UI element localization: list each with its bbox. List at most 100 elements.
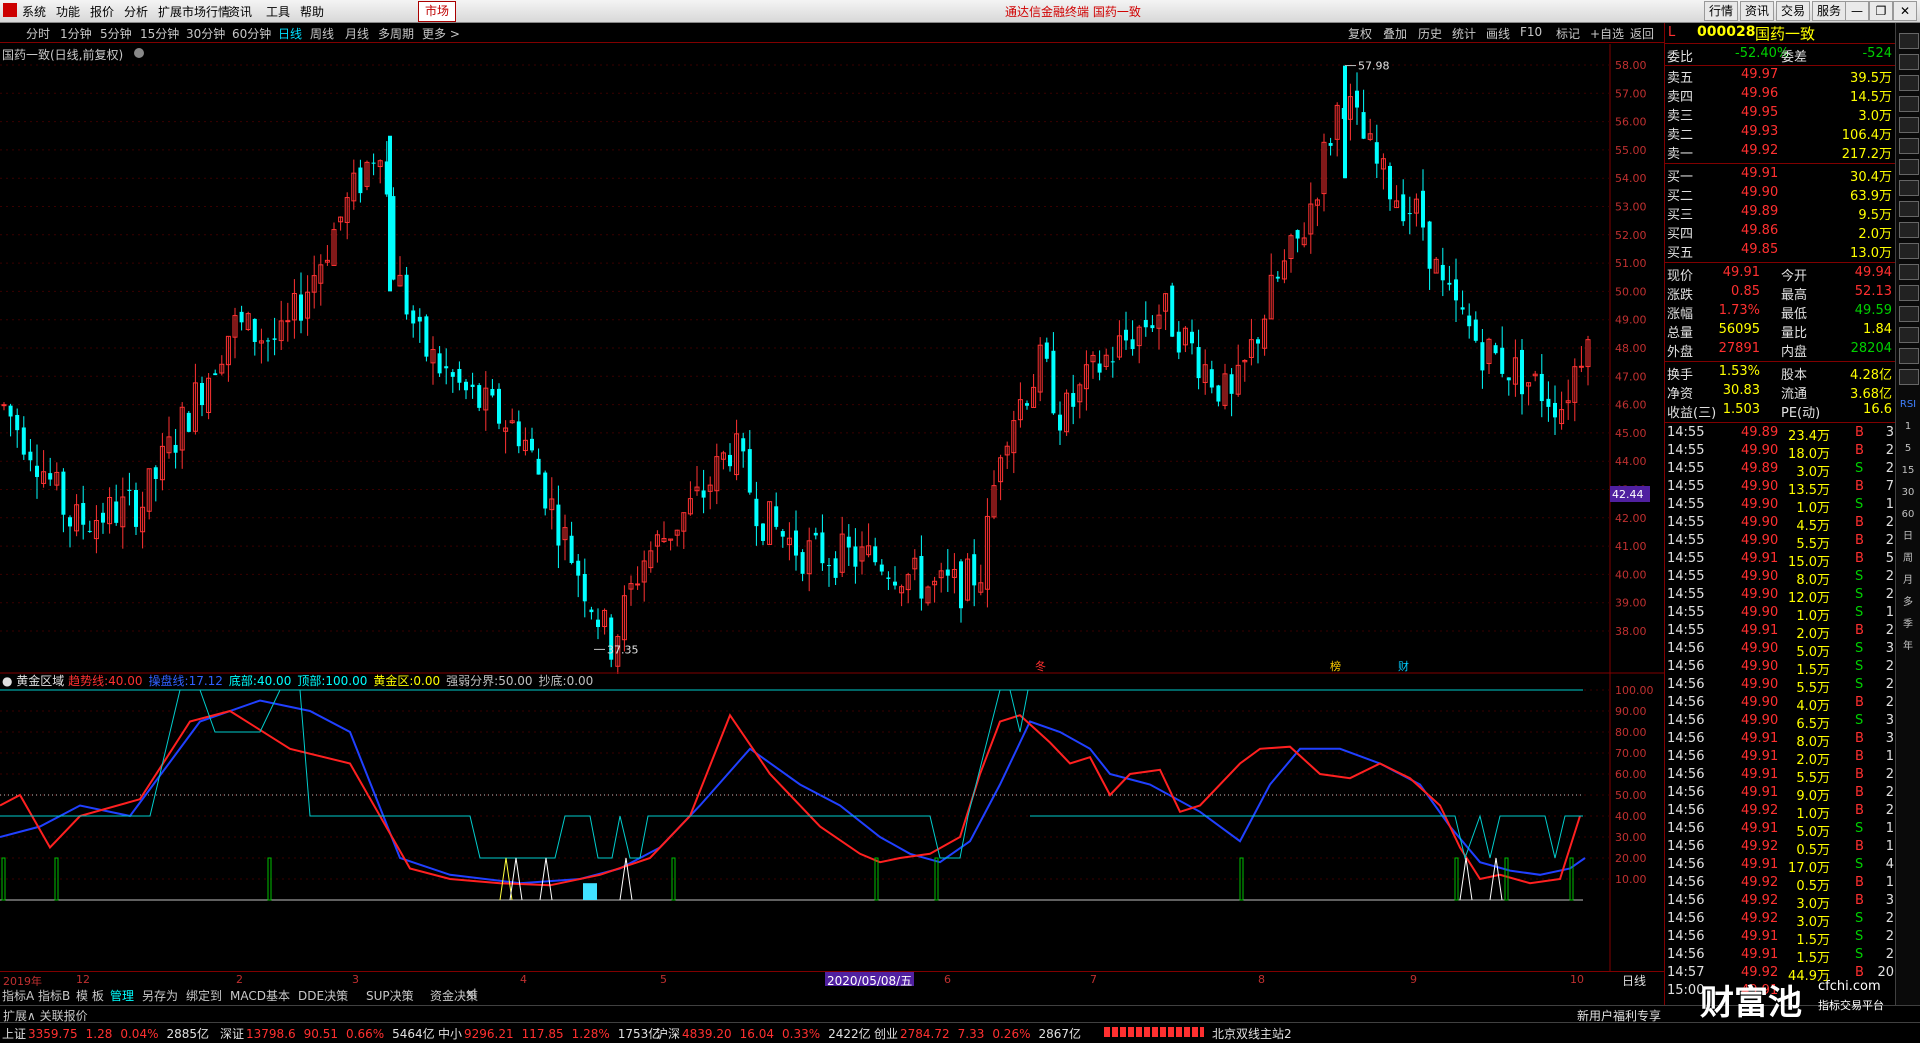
indicator-tab-7[interactable]: DDE决策: [298, 987, 348, 1004]
tool-icon[interactable]: [1899, 180, 1919, 196]
market-tab[interactable]: 市场: [418, 1, 457, 22]
tool-icon[interactable]: [1899, 348, 1919, 364]
period-shortcut-3[interactable]: 15: [1899, 464, 1917, 478]
tool-3[interactable]: 统计: [1452, 25, 1476, 42]
indicator-tab-3[interactable]: 管理: [110, 987, 134, 1004]
top-button-2[interactable]: 交易: [1776, 1, 1811, 21]
tool-icon[interactable]: [1899, 159, 1919, 175]
bid-row[interactable]: 买二 49.90 63.9万: [1665, 185, 1896, 204]
indicator-chart[interactable]: 100.00 90.00 80.00 70.00 60.00 50.00 40.00 30.0…: [0, 674, 1664, 972]
index-item[interactable]: 创业 2784.72 7.33 0.26% 2867亿: [874, 1025, 1081, 1042]
tool-8[interactable]: 返回: [1630, 25, 1654, 42]
period-shortcut-1[interactable]: 1: [1899, 420, 1917, 434]
period-1[interactable]: 1分钟: [60, 25, 92, 42]
chart-settings-icon[interactable]: [134, 48, 144, 58]
candlestick-chart[interactable]: 58.00 57.00 56.00 55.00 54.00 53.00 52.00 51.00…: [0, 44, 1664, 674]
server-name[interactable]: 北京双线主站2: [1212, 1025, 1292, 1042]
period-7[interactable]: 周线: [310, 25, 334, 42]
ask-row[interactable]: 卖四 49.96 14.5万: [1665, 86, 1896, 105]
period-9[interactable]: 多周期: [378, 25, 414, 42]
index-item[interactable]: 上证 3359.75 1.28 0.04% 2885亿: [2, 1025, 209, 1042]
index-item[interactable]: 深证 13798.6 90.51 0.66% 5464亿: [220, 1025, 435, 1042]
tick-time: 14:56: [1667, 749, 1705, 764]
minimize-icon[interactable]: —: [1845, 1, 1869, 21]
close-icon[interactable]: ✕: [1893, 1, 1917, 21]
menu-7[interactable]: 帮助: [300, 3, 324, 20]
top-button-0[interactable]: 行情: [1704, 1, 1739, 21]
menu-4[interactable]: 扩展市场行情: [158, 3, 230, 20]
event-marker[interactable]: 财: [1398, 659, 1409, 673]
period-shortcut-6[interactable]: 日: [1899, 530, 1917, 544]
tool-icon[interactable]: [1899, 117, 1919, 133]
indicator-tab-0[interactable]: 指标A: [2, 987, 34, 1004]
ask-row[interactable]: 卖五 49.97 39.5万: [1665, 67, 1896, 86]
tool-icon[interactable]: [1899, 33, 1919, 49]
period-shortcut-0[interactable]: RSI: [1899, 398, 1917, 412]
period-shortcut-9[interactable]: 多: [1899, 596, 1917, 610]
bid-row[interactable]: 买四 49.86 2.0万: [1665, 223, 1896, 242]
menu-2[interactable]: 报价: [90, 3, 114, 20]
period-6[interactable]: 日线: [278, 25, 302, 42]
top-button-1[interactable]: 资讯: [1740, 1, 1775, 21]
tool-icon[interactable]: [1899, 306, 1919, 322]
period-shortcut-4[interactable]: 30: [1899, 486, 1917, 500]
tool-0[interactable]: 复权: [1348, 25, 1372, 42]
indicator-tab-10[interactable]: xl: [466, 987, 476, 1001]
tool-7[interactable]: +自选: [1590, 25, 1624, 42]
tool-icon[interactable]: [1899, 222, 1919, 238]
ask-row[interactable]: 卖三 49.95 3.0万: [1665, 105, 1896, 124]
tool-6[interactable]: 标记: [1556, 25, 1580, 42]
period-shortcut-10[interactable]: 季: [1899, 618, 1917, 632]
indicator-tab-5[interactable]: 绑定到: [186, 987, 222, 1004]
indicator-tab-2[interactable]: 模 板: [76, 987, 104, 1004]
event-marker[interactable]: 榜: [1330, 659, 1341, 673]
period-5[interactable]: 60分钟: [232, 25, 271, 42]
period-2[interactable]: 5分钟: [100, 25, 132, 42]
period-shortcut-2[interactable]: 5: [1899, 442, 1917, 456]
tool-icon[interactable]: [1899, 369, 1919, 385]
menu-5[interactable]: 资讯: [228, 3, 252, 20]
period-0[interactable]: 分时: [26, 25, 50, 42]
tool-icon[interactable]: [1899, 285, 1919, 301]
period-8[interactable]: 月线: [345, 25, 369, 42]
indicator-tab-8[interactable]: SUP决策: [366, 987, 414, 1004]
tool-1[interactable]: 叠加: [1383, 25, 1407, 42]
indicator-tab-6[interactable]: MACD基本: [230, 987, 290, 1004]
period-3[interactable]: 15分钟: [140, 25, 179, 42]
bid-row[interactable]: 买一 49.91 30.4万: [1665, 166, 1896, 185]
tool-icon[interactable]: [1899, 54, 1919, 70]
menu-3[interactable]: 分析: [124, 3, 148, 20]
menu-0[interactable]: 系统: [22, 3, 46, 20]
top-button-3[interactable]: 服务: [1812, 1, 1847, 21]
tick-row: 14:56 49.91 5.0万 S 1: [1665, 821, 1896, 840]
maximize-icon[interactable]: ❐: [1869, 1, 1893, 21]
tool-icon[interactable]: [1899, 138, 1919, 154]
tool-2[interactable]: 历史: [1418, 25, 1442, 42]
menu-1[interactable]: 功能: [56, 3, 80, 20]
tool-icon[interactable]: [1899, 96, 1919, 112]
index-item[interactable]: 中小 9296.21 117.85 1.28% 1753亿: [438, 1025, 660, 1042]
tool-5[interactable]: F10: [1520, 25, 1542, 39]
menu-6[interactable]: 工具: [266, 3, 290, 20]
period-shortcut-8[interactable]: 月: [1899, 574, 1917, 588]
period-4[interactable]: 30分钟: [186, 25, 225, 42]
ask-row[interactable]: 卖二 49.93 106.4万: [1665, 124, 1896, 143]
indicator-name[interactable]: ● 黄金区域: [2, 674, 68, 688]
bid-row[interactable]: 买三 49.89 9.5万: [1665, 204, 1896, 223]
tool-icon[interactable]: [1899, 75, 1919, 91]
tool-icon[interactable]: [1899, 243, 1919, 259]
tool-icon[interactable]: [1899, 264, 1919, 280]
index-item[interactable]: 沪深 4839.20 16.04 0.33% 2422亿: [656, 1025, 871, 1042]
period-shortcut-7[interactable]: 周: [1899, 552, 1917, 566]
event-marker[interactable]: 冬: [1035, 659, 1046, 673]
period-shortcut-11[interactable]: 年: [1899, 640, 1917, 654]
ask-row[interactable]: 卖一 49.92 217.2万: [1665, 143, 1896, 162]
tool-4[interactable]: 画线: [1486, 25, 1510, 42]
period-10[interactable]: 更多 >: [422, 25, 460, 42]
indicator-tab-1[interactable]: 指标B: [38, 987, 70, 1004]
bid-row[interactable]: 买五 49.85 13.0万: [1665, 242, 1896, 261]
tool-icon[interactable]: [1899, 327, 1919, 343]
period-shortcut-5[interactable]: 60: [1899, 508, 1917, 522]
indicator-tab-4[interactable]: 另存为: [142, 987, 178, 1004]
tool-icon[interactable]: [1899, 201, 1919, 217]
